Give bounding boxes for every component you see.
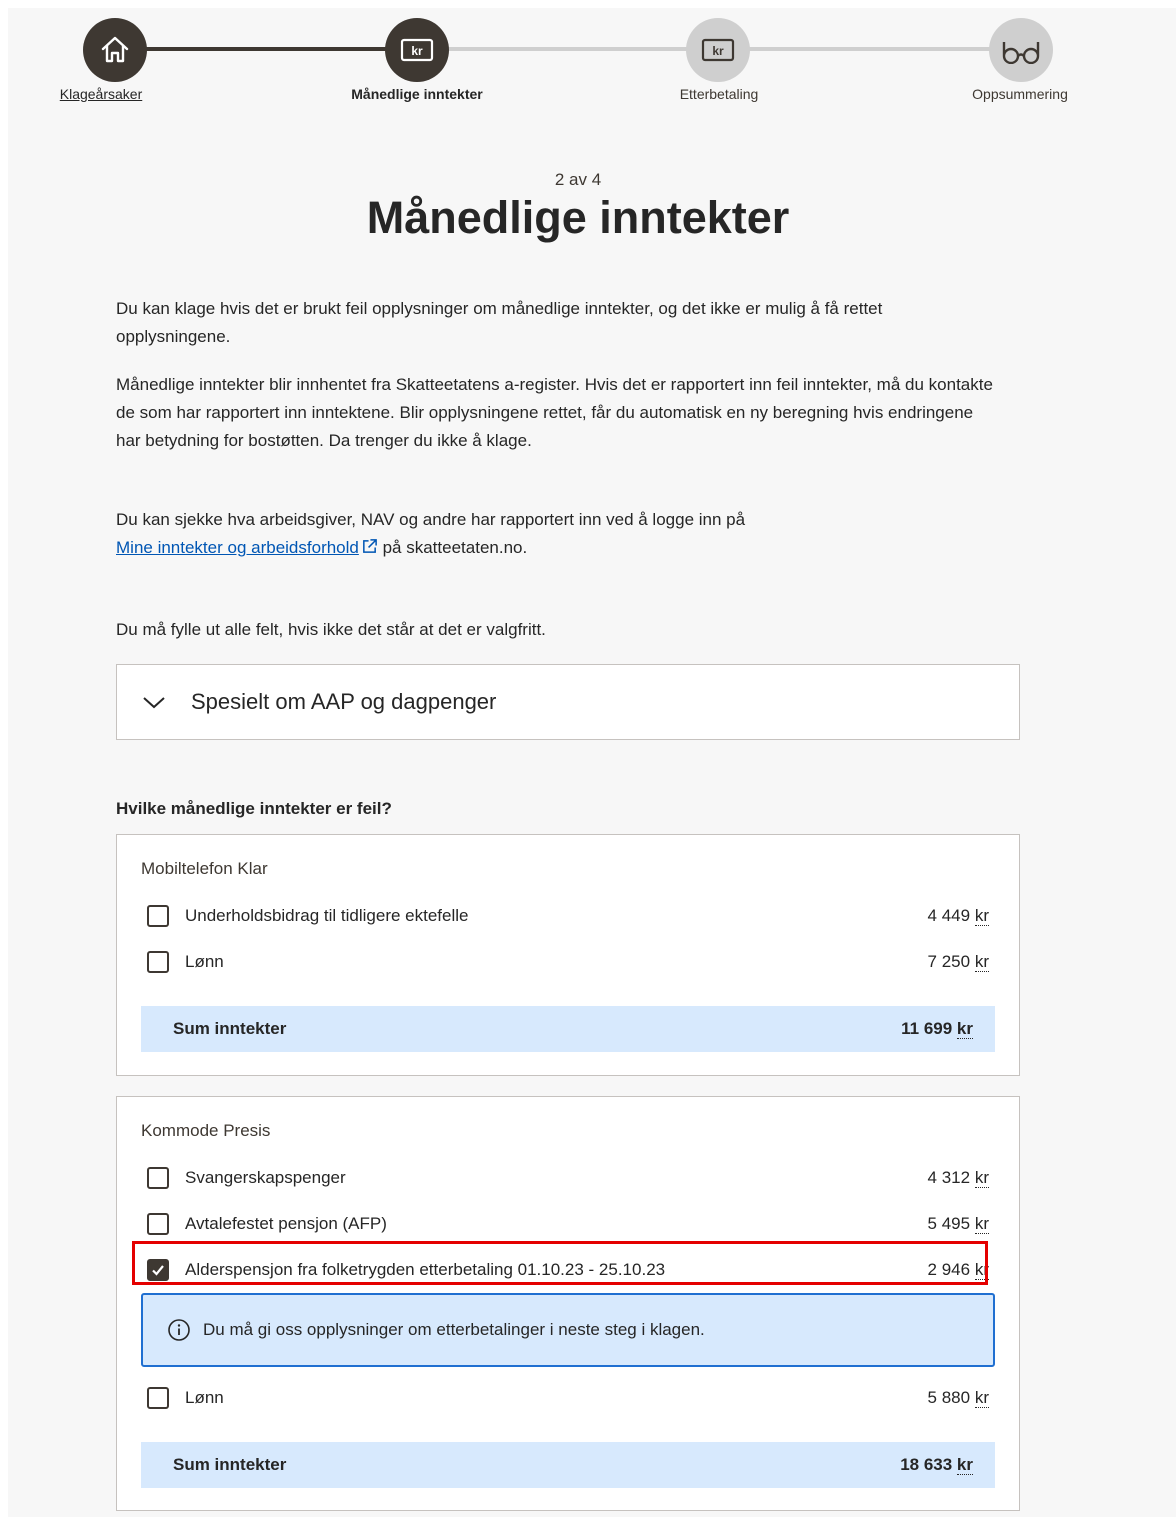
income-row[interactable]: Lønn 5 880 kr [147,1384,989,1412]
kr-icon: kr [701,38,735,62]
sum-row: Sum inntekter 18 633 kr [141,1442,995,1488]
step-counter: 2 av 4 [554,170,602,189]
step-1-circle[interactable] [83,18,147,82]
sum-value: 18 633 [900,1455,953,1474]
svg-text:kr: kr [712,44,724,58]
step-4-circle [989,18,1053,82]
sum-amount: 11 699 kr [901,1019,973,1039]
currency-abbr: kr [974,1260,989,1280]
checkmark-icon [152,1265,164,1276]
required-fields-note: Du må fylle ut alle felt, hvis ikke det … [116,620,546,639]
currency-abbr: kr [956,1455,973,1475]
income-label: Svangerskapspenger [185,1168,346,1187]
income-label: Underholdsbidrag til tidligere ektefelle [185,906,469,925]
step-3-circle: kr [686,18,750,82]
amount-value: 5 495 [927,1214,971,1233]
card-title: Mobiltelefon Klar [141,859,268,878]
card-title: Kommode Presis [141,1121,271,1140]
currency-abbr: kr [974,1168,989,1188]
income-card-mobiltelefon: Mobiltelefon Klar Underholdsbidrag til t… [116,834,1020,1076]
amount-value: 2 946 [927,1260,971,1279]
amount-value: 5 880 [927,1388,971,1407]
income-label: Lønn [185,952,224,971]
checkbox[interactable] [147,951,169,973]
accordion-label: Spesielt om AAP og dagpenger [191,689,497,714]
income-label: Lønn [185,1388,224,1407]
income-amount: 7 250 kr [928,952,989,972]
amount-value: 4 312 [927,1168,971,1187]
info-alert: Du må gi oss opplysninger om etterbetali… [141,1293,995,1367]
progress-stepper: kr kr Klageårsaker Månedlige inntekter E… [8,8,1176,118]
income-row[interactable]: Alderspensjon fra folketrygden etterbeta… [147,1256,989,1284]
amount-value: 4 449 [927,906,971,925]
intro-paragraph-3: Du kan sjekke hva arbeidsgiver, NAV og a… [116,506,996,562]
income-row[interactable]: Avtalefestet pensjon (AFP) 5 495 kr [147,1210,989,1238]
stepper-line-done [115,47,427,51]
income-label: Avtalefestet pensjon (AFP) [185,1214,387,1233]
currency-abbr: kr [974,1388,989,1408]
income-row[interactable]: Lønn 7 250 kr [147,948,989,976]
checkbox[interactable] [147,1213,169,1235]
step-1-link[interactable]: Klageårsaker [60,86,143,102]
page: kr kr Klageårsaker Månedlige inntekter E… [8,8,1176,1517]
step-2-circle: kr [385,18,449,82]
step-3-label: Etterbetaling [679,86,759,102]
income-amount: 2 946 kr [928,1260,989,1280]
income-amount: 5 495 kr [928,1214,989,1234]
sum-amount: 18 633 kr [900,1455,973,1475]
checkbox[interactable] [147,1387,169,1409]
aap-dagpenger-accordion[interactable]: Spesielt om AAP og dagpenger [116,664,1020,740]
intro-paragraph-3-suffix: på skatteetaten.no. [377,538,528,557]
amount-value: 7 250 [927,952,971,971]
step-4-label: Oppsummering [972,86,1068,102]
income-amount: 4 312 kr [928,1168,989,1188]
page-title: Månedlige inntekter [366,192,790,243]
intro-paragraph-2: Månedlige inntekter blir innhentet fra S… [116,375,993,450]
info-icon [168,1319,190,1341]
external-link-icon [362,539,377,553]
mine-inntekter-link-text: Mine inntekter og arbeidsforhold [116,538,359,557]
mine-inntekter-link[interactable]: Mine inntekter og arbeidsforhold [116,538,378,557]
sum-label: Sum inntekter [173,1455,287,1474]
kr-icon: kr [400,38,434,62]
currency-abbr: kr [974,906,989,926]
chevron-down-icon [143,697,165,709]
sum-row: Sum inntekter 11 699 kr [141,1006,995,1052]
income-question: Hvilke månedlige inntekter er feil? [116,799,392,818]
income-amount: 5 880 kr [928,1388,989,1408]
intro-paragraph-3-text: Du kan sjekke hva arbeidsgiver, NAV og a… [116,510,746,529]
checkbox[interactable] [147,905,169,927]
currency-abbr: kr [974,952,989,972]
income-card-kommode: Kommode Presis Svangerskapspenger 4 312 … [116,1096,1020,1511]
currency-abbr: kr [956,1019,973,1039]
home-icon [101,36,129,63]
glasses-icon [1002,42,1040,64]
info-text: Du må gi oss opplysninger om etterbetali… [203,1320,705,1339]
svg-text:kr: kr [411,44,423,58]
intro-paragraph-1: Du kan klage hvis det er brukt feil oppl… [116,299,883,346]
income-amount: 4 449 kr [928,906,989,926]
currency-abbr: kr [974,1214,989,1234]
income-row[interactable]: Svangerskapspenger 4 312 kr [147,1164,989,1192]
sum-label: Sum inntekter [173,1019,287,1038]
sum-value: 11 699 [901,1019,953,1038]
checkbox-checked[interactable] [147,1259,169,1281]
checkbox[interactable] [147,1167,169,1189]
income-row[interactable]: Underholdsbidrag til tidligere ektefelle… [147,902,989,930]
step-2-label: Månedlige inntekter [351,86,483,102]
income-label: Alderspensjon fra folketrygden etterbeta… [185,1260,666,1279]
